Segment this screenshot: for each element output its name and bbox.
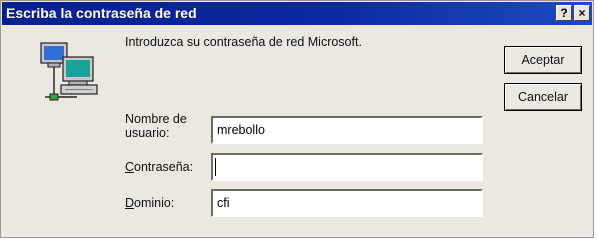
dialog-message: Introduzca su contraseña de red Microsof… [125, 35, 362, 49]
password-label: Contraseña: [125, 160, 193, 174]
text-cursor [215, 158, 216, 176]
domain-label-text: ominio: [134, 196, 175, 210]
domain-label: Dominio: [125, 196, 174, 210]
domain-field[interactable] [211, 189, 483, 217]
username-label-line2: usuario: [125, 126, 170, 140]
username-label-line1: Nombre de [125, 112, 187, 126]
network-computer-icon [40, 42, 98, 101]
network-password-dialog: Escriba la contraseña de red ? × Introdu… [0, 0, 594, 238]
password-field[interactable] [211, 153, 483, 181]
password-label-mnemonic: C [125, 160, 135, 174]
cancel-button[interactable]: Cancelar [504, 83, 582, 111]
username-label: Nombre de usuario: [125, 112, 187, 140]
help-button[interactable]: ? [556, 5, 572, 21]
username-field[interactable] [211, 116, 483, 144]
title-bar: Escriba la contraseña de red ? × [2, 2, 592, 25]
password-label-text: ontraseña: [134, 160, 194, 174]
domain-label-mnemonic: D [125, 196, 135, 210]
accept-button[interactable]: Aceptar [504, 46, 582, 74]
dialog-title: Escriba la contraseña de red [6, 5, 197, 21]
close-button[interactable]: × [574, 5, 590, 21]
